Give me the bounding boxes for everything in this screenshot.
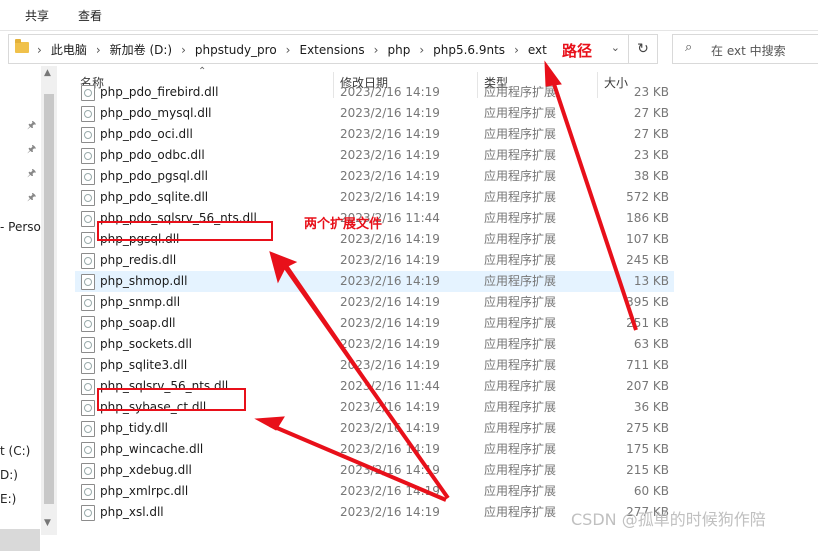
arrow-to-path	[550, 77, 638, 331]
watermark: CSDN @孤单的时候狗作陪	[571, 510, 766, 529]
arrow-to-sqlsrv	[269, 423, 447, 502]
annotation-arrows	[254, 60, 638, 502]
